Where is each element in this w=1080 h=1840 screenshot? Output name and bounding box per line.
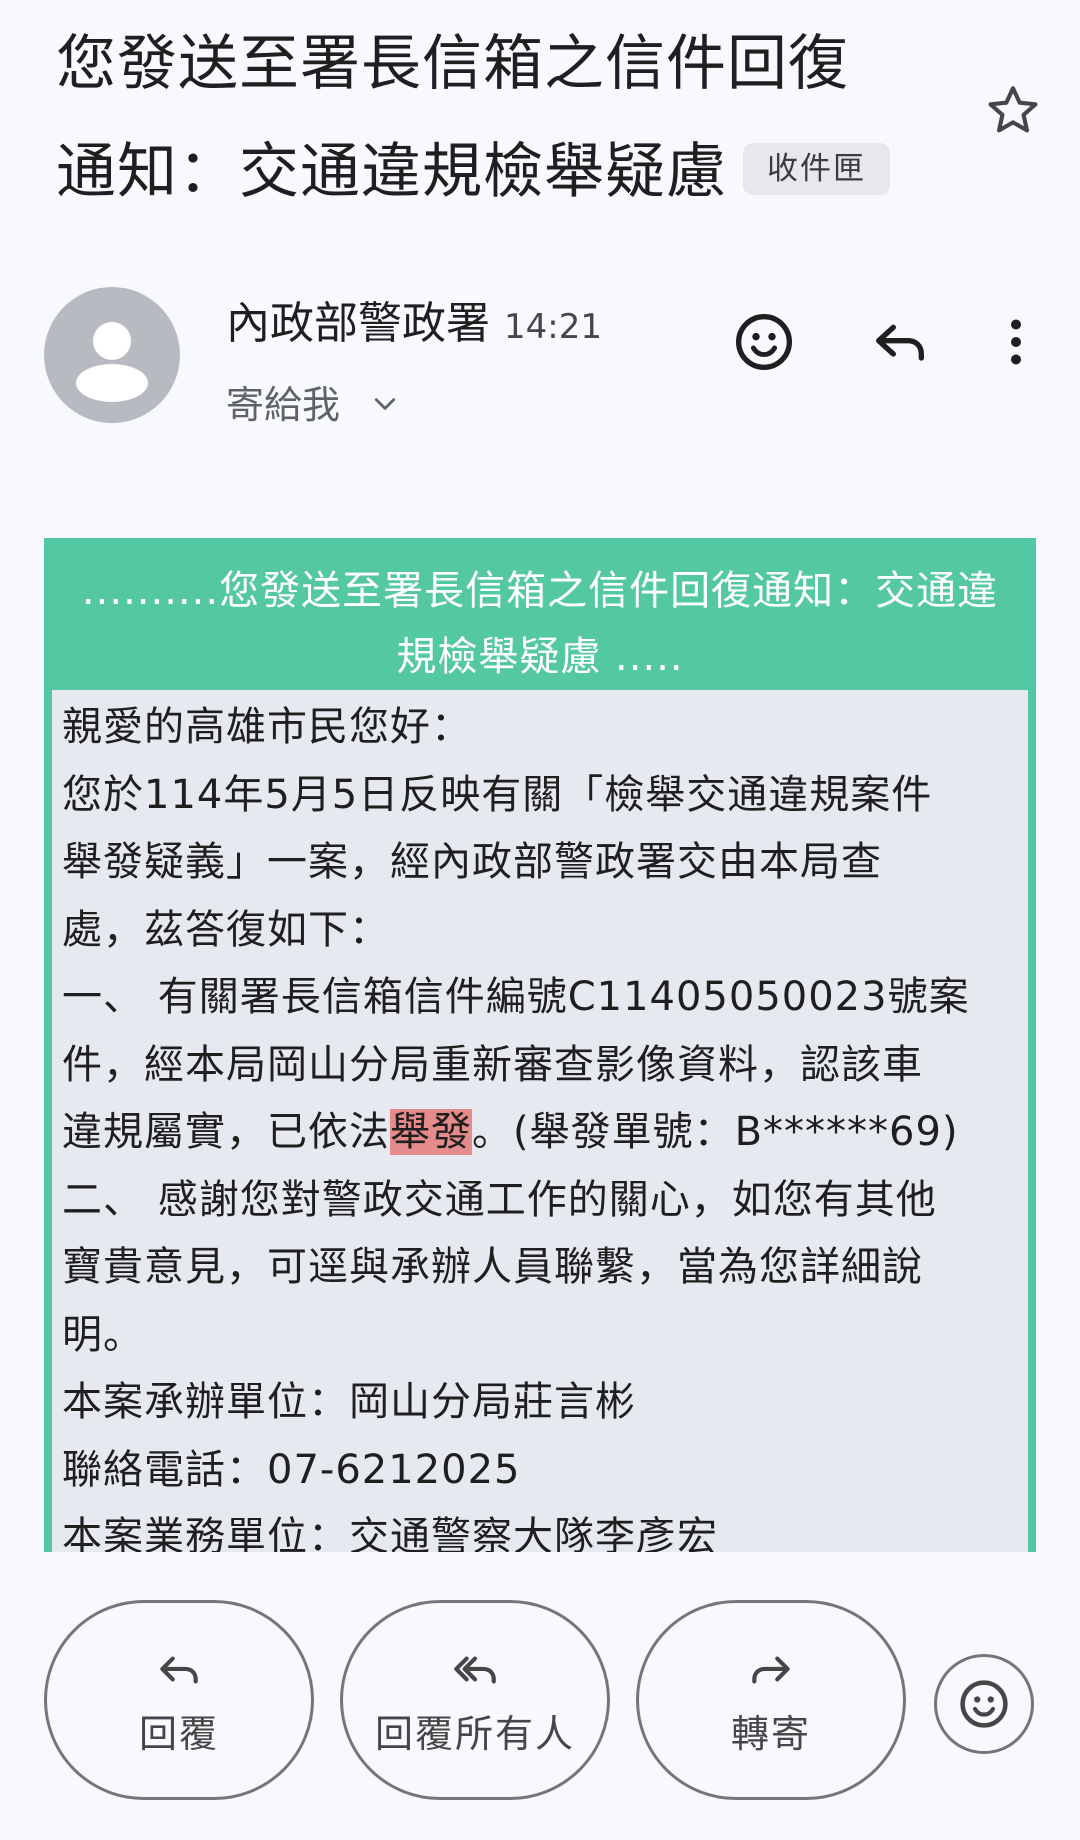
subject-line-1: 您發送至署長信箱之信件回復 bbox=[56, 29, 849, 99]
bottom-action-bar: 回覆 回覆所有人 轉寄 bbox=[0, 1560, 1080, 1840]
reply-icon[interactable] bbox=[868, 310, 932, 374]
email-body-text: 親愛的高雄市民您好： 您於114年5月5日反映有關「檢舉交通違規案件 舉發疑義」… bbox=[52, 690, 1028, 1552]
reply-all-label: 回覆所有人 bbox=[374, 1712, 575, 1756]
body-text: 違規屬實，已依法 bbox=[62, 1109, 390, 1155]
forward-icon bbox=[752, 1656, 790, 1684]
subject-line-2: 通知：交通違規檢舉疑慮 收件匣 bbox=[56, 118, 956, 226]
reply-label: 回覆 bbox=[138, 1712, 219, 1756]
recipient-label: 寄給我 bbox=[226, 383, 341, 427]
reply-icon bbox=[160, 1656, 198, 1684]
sender-info: 內政部警政署 14:21 bbox=[226, 296, 602, 355]
inbox-label-chip[interactable]: 收件匣 bbox=[743, 143, 890, 196]
card-header: ..........您發送至署長信箱之信件回復通知：交通違 規檢舉疑慮 ....… bbox=[44, 538, 1036, 680]
more-vert-icon[interactable] bbox=[986, 310, 1046, 374]
body-line: 違規屬實，已依法舉發。(舉發單號：B******69) bbox=[62, 1099, 1018, 1167]
chevron-down-icon bbox=[374, 397, 396, 410]
card-header-line-2: 規檢舉疑慮 ..... bbox=[396, 634, 684, 680]
email-body-card: ..........您發送至署長信箱之信件回復通知：交通違 規檢舉疑慮 ....… bbox=[44, 538, 1036, 1552]
person-icon bbox=[76, 322, 148, 402]
star-icon[interactable] bbox=[982, 80, 1044, 142]
add-reaction-button[interactable] bbox=[934, 1654, 1034, 1754]
highlighted-text: 舉發 bbox=[390, 1109, 472, 1155]
forward-label: 轉寄 bbox=[730, 1712, 811, 1756]
body-line: 明。 bbox=[62, 1311, 144, 1358]
sender-avatar[interactable] bbox=[44, 287, 180, 423]
reply-all-button[interactable]: 回覆所有人 bbox=[340, 1600, 610, 1800]
body-line: 寶貴意見，可逕與承辦人員聯繫，當為您詳細說 bbox=[62, 1244, 923, 1290]
body-line: 本案業務單位：交通警察大隊李彥宏 bbox=[62, 1514, 718, 1552]
body-line: 一、 有關署長信箱信件編號C11405050023號案 bbox=[62, 974, 970, 1020]
add-reaction-icon[interactable] bbox=[732, 310, 796, 374]
body-line: 舉發疑義」一案，經內政部警政署交由本局查 bbox=[62, 839, 882, 885]
body-line: 件，經本局岡山分局重新審查影像資料，認該車 bbox=[62, 1041, 923, 1088]
sent-time: 14:21 bbox=[504, 307, 602, 347]
email-subject: 您發送至署長信箱之信件回復 通知：交通違規檢舉疑慮 收件匣 bbox=[56, 10, 956, 226]
sender-name: 內政部警政署 bbox=[226, 298, 490, 349]
reply-all-icon bbox=[454, 1656, 496, 1684]
phone-line[interactable]: 聯絡電話：07-6212025 bbox=[62, 1437, 1018, 1505]
body-line: 二、 感謝您對警政交通工作的關心，如您有其他 bbox=[62, 1176, 937, 1223]
body-line: 您於114年5月5日反映有關「檢舉交通違規案件 bbox=[62, 771, 933, 818]
card-header-line-1: ..........您發送至署長信箱之信件回復通知：交通違 bbox=[81, 568, 999, 614]
body-line: 本案承辦單位：岡山分局莊言彬 bbox=[62, 1379, 636, 1425]
recipient-toggle[interactable]: 寄給我 bbox=[226, 380, 400, 430]
body-line: 處，茲答復如下： bbox=[62, 906, 390, 953]
email-view: 您發送至署長信箱之信件回復 通知：交通違規檢舉疑慮 收件匣 內政部警政署 14:21… bbox=[0, 0, 1080, 1840]
add-reaction-icon bbox=[960, 1680, 1008, 1728]
reply-button[interactable]: 回覆 bbox=[44, 1600, 314, 1800]
forward-button[interactable]: 轉寄 bbox=[636, 1600, 906, 1800]
body-text: 。(舉發單號：B******69) bbox=[472, 1109, 959, 1155]
body-line: 親愛的高雄市民您好： bbox=[62, 704, 472, 750]
subject-line-2-text: 通知：交通違規檢舉疑慮 bbox=[56, 137, 727, 207]
